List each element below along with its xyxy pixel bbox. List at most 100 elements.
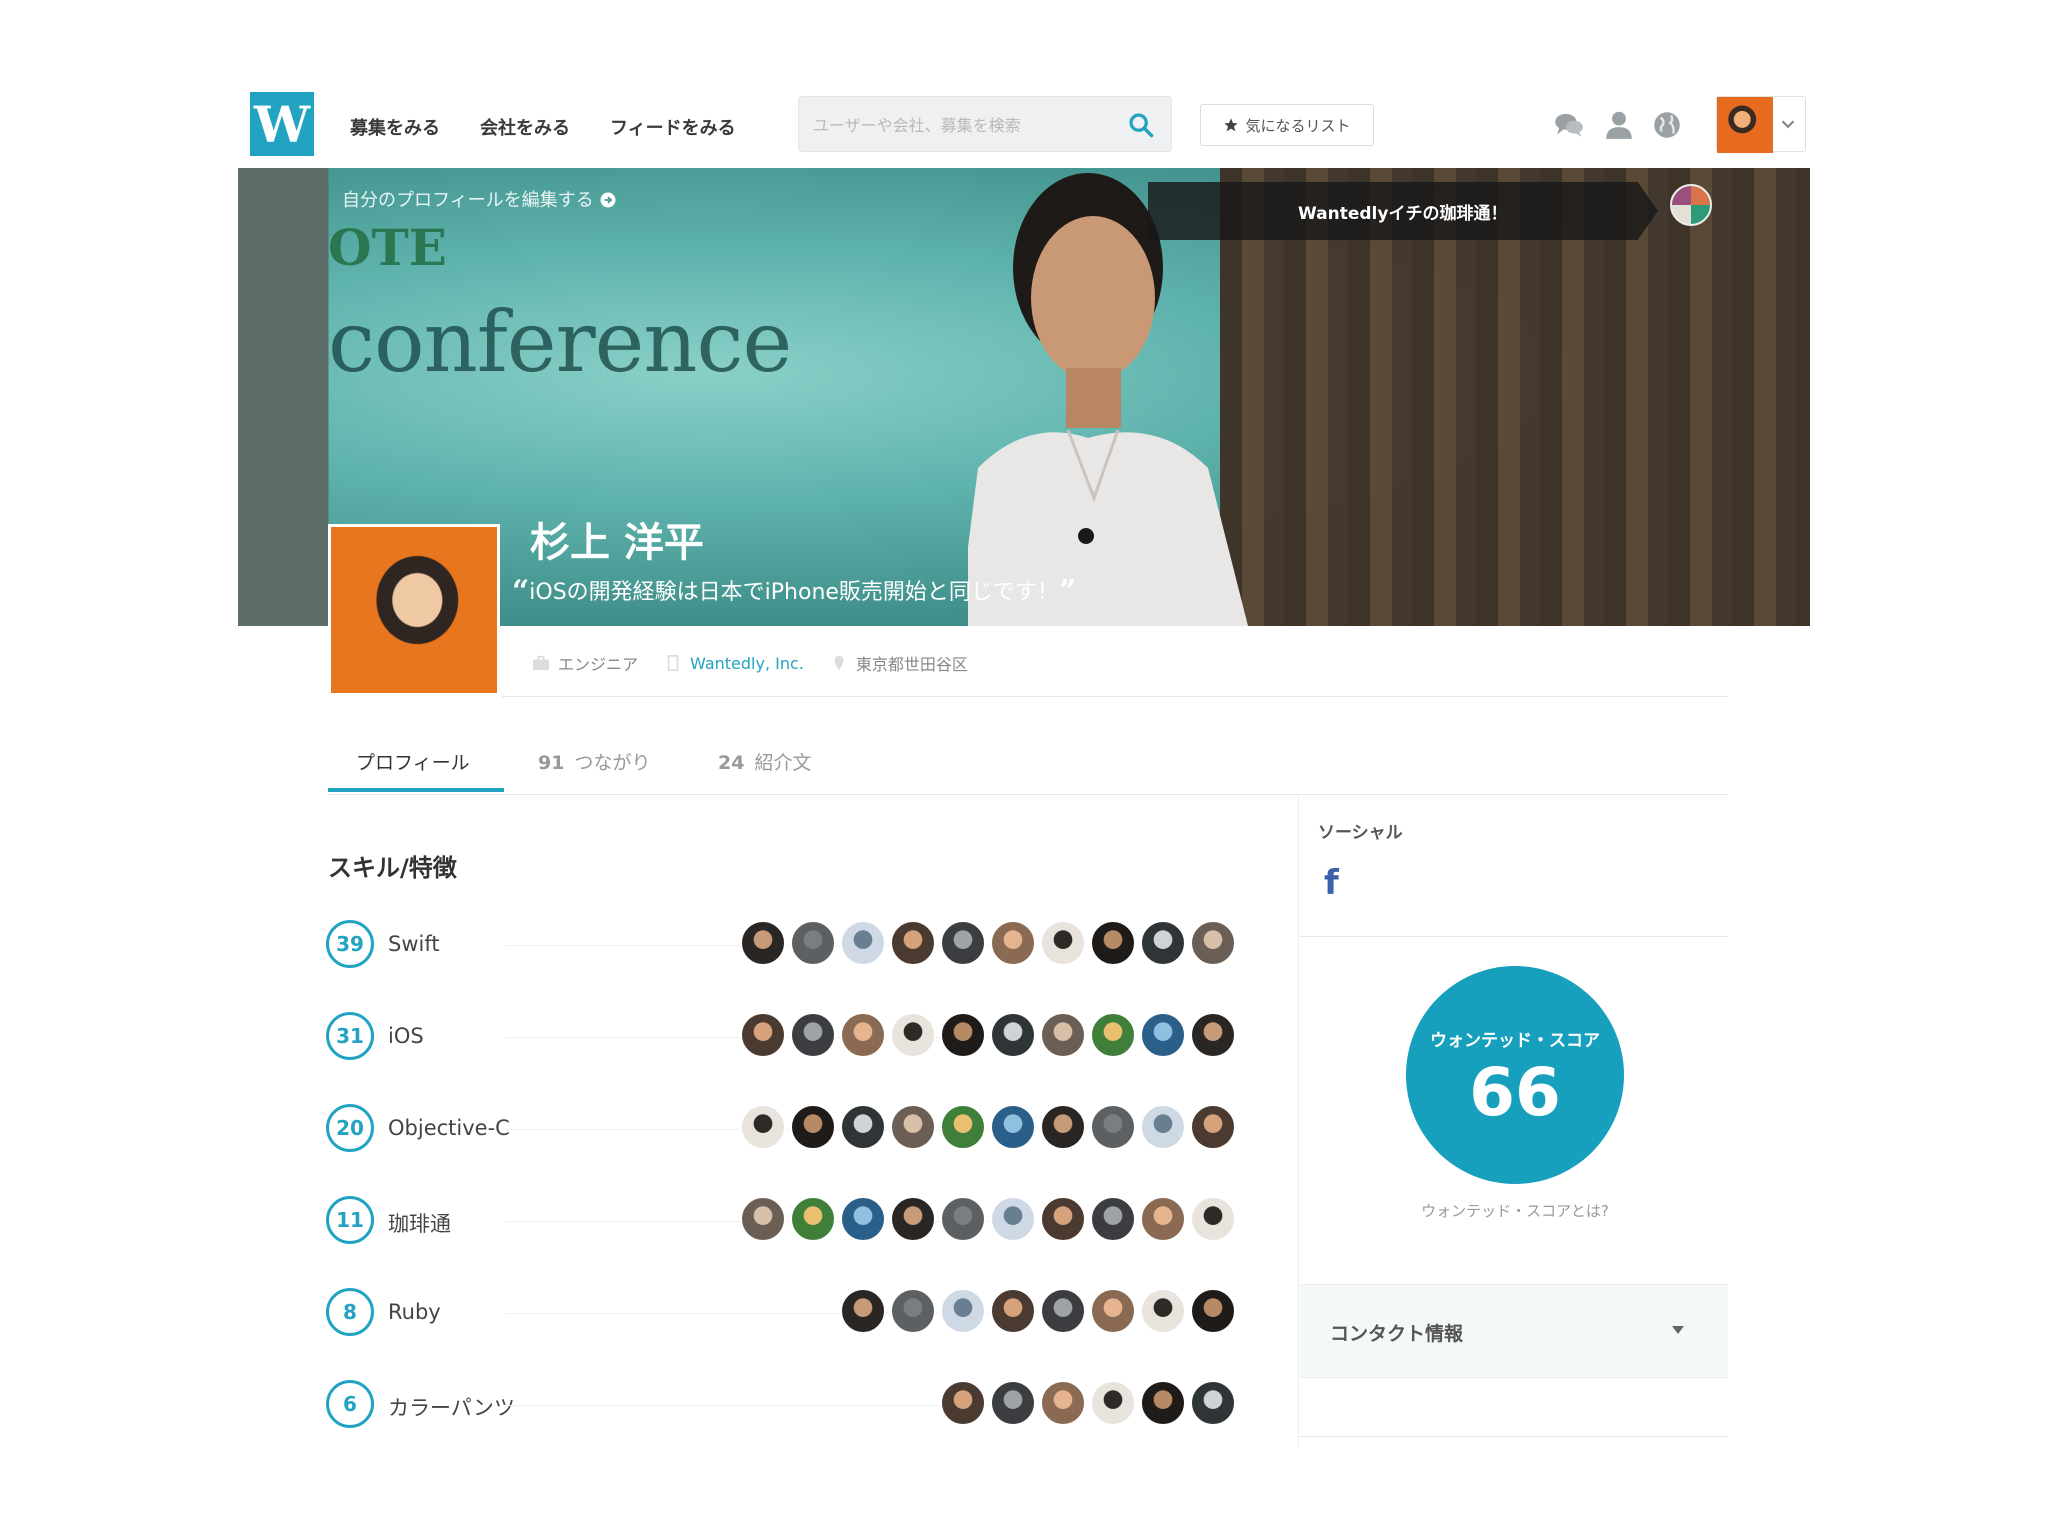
endorser-avatar[interactable] [840, 1104, 886, 1150]
edit-profile-link[interactable]: 自分のプロフィールを編集する [342, 186, 617, 212]
tab-introductions[interactable]: 24 紹介文 [718, 748, 811, 775]
star-icon [1224, 118, 1239, 132]
endorser-avatar[interactable] [1140, 1104, 1186, 1150]
endorser-avatar[interactable] [1140, 1288, 1186, 1334]
endorser-avatar[interactable] [1140, 1012, 1186, 1058]
endorser-avatar[interactable] [940, 1104, 986, 1150]
endorser-avatar[interactable] [1090, 1012, 1136, 1058]
endorser-avatar[interactable] [840, 920, 886, 966]
endorser-avatar[interactable] [990, 1104, 1036, 1150]
skill-endorse-count[interactable]: 8 [326, 1288, 374, 1336]
endorser-avatar[interactable] [1140, 1196, 1186, 1242]
favorites-list-button[interactable]: 気になるリスト [1200, 104, 1374, 146]
endorser-avatar[interactable] [940, 1288, 986, 1334]
skill-name[interactable]: iOS [388, 1024, 424, 1048]
nav-companies-link[interactable]: 会社をみる [480, 114, 570, 140]
endorser-avatar[interactable] [990, 920, 1036, 966]
skill-row: 31 iOS [326, 1010, 1236, 1062]
user-icon[interactable] [1602, 108, 1636, 142]
endorser-avatar[interactable] [790, 1196, 836, 1242]
search-input[interactable] [813, 109, 1113, 141]
endorser-avatar[interactable] [1090, 1380, 1136, 1426]
skills-section-title: スキル/特徴 [328, 854, 457, 882]
endorser-avatar[interactable] [1190, 920, 1236, 966]
endorser-avatar[interactable] [940, 1196, 986, 1242]
score-help-link[interactable]: ウォンテッド・スコアとは? [1404, 1200, 1626, 1221]
skill-name[interactable]: 珈琲通 [388, 1208, 451, 1238]
tab-profile[interactable]: プロフィール [356, 748, 470, 775]
edit-profile-label: 自分のプロフィールを編集する [342, 190, 594, 211]
endorser-avatar[interactable] [1090, 1196, 1136, 1242]
endorser-avatar[interactable] [1040, 1012, 1086, 1058]
endorser-avatar[interactable] [940, 920, 986, 966]
endorser-avatar[interactable] [890, 1288, 936, 1334]
endorser-avatar[interactable] [1090, 1104, 1136, 1150]
endorser-avatar[interactable] [940, 1012, 986, 1058]
social-divider [1300, 936, 1728, 937]
tab-introductions-count: 24 [718, 752, 745, 774]
skill-endorse-count[interactable]: 6 [326, 1380, 374, 1428]
endorser-avatar[interactable] [990, 1380, 1036, 1426]
endorser-avatar[interactable] [740, 1012, 786, 1058]
endorser-avatar[interactable] [990, 1288, 1036, 1334]
skill-endorse-count[interactable]: 20 [326, 1104, 374, 1152]
endorser-avatar[interactable] [840, 1012, 886, 1058]
endorser-avatar[interactable] [890, 920, 936, 966]
skill-endorse-count[interactable]: 39 [326, 920, 374, 968]
skill-name[interactable]: Swift [388, 932, 440, 956]
endorser-avatar[interactable] [790, 1104, 836, 1150]
endorser-avatar[interactable] [990, 1012, 1036, 1058]
skill-endorsers [740, 1012, 1236, 1058]
endorser-avatar[interactable] [890, 1196, 936, 1242]
endorser-avatar[interactable] [1190, 1196, 1236, 1242]
endorser-avatar[interactable] [1140, 920, 1186, 966]
sidebar-bottom-divider [1300, 1436, 1728, 1437]
contact-info-toggle[interactable]: コンタクト情報 [1300, 1284, 1728, 1378]
social-section-title: ソーシャル [1318, 823, 1403, 843]
endorser-avatar[interactable] [740, 1104, 786, 1150]
endorser-avatar[interactable] [1190, 1380, 1236, 1426]
skill-name[interactable]: Objective-C [388, 1116, 510, 1140]
endorser-avatar[interactable] [740, 1196, 786, 1242]
endorser-avatar[interactable] [740, 920, 786, 966]
user-menu-button[interactable] [1716, 96, 1806, 153]
tab-connections[interactable]: 91 つながり [538, 748, 650, 775]
skill-name[interactable]: カラーパンツ [388, 1392, 515, 1422]
skill-endorse-count[interactable]: 31 [326, 1012, 374, 1060]
notice-avatar[interactable] [1670, 184, 1712, 226]
skill-row-line [506, 1405, 1006, 1406]
skill-row: 8 Ruby [326, 1286, 1236, 1338]
endorser-avatar[interactable] [1040, 1196, 1086, 1242]
skill-endorse-count[interactable]: 11 [326, 1196, 374, 1244]
nav-jobs-link[interactable]: 募集をみる [350, 114, 440, 140]
skill-row: 6 カラーパンツ [326, 1378, 1236, 1430]
chat-icon[interactable] [1552, 108, 1586, 142]
endorser-avatar[interactable] [890, 1012, 936, 1058]
endorser-avatar[interactable] [1040, 1288, 1086, 1334]
endorser-avatar[interactable] [1190, 1012, 1236, 1058]
feed-notice[interactable]: Wantedlyイチの珈琲通！ [1148, 182, 1658, 240]
nav-feed-link[interactable]: フィードをみる [610, 114, 736, 140]
endorser-avatar[interactable] [1140, 1380, 1186, 1426]
endorser-avatar[interactable] [890, 1104, 936, 1150]
endorser-avatar[interactable] [1090, 920, 1136, 966]
facebook-icon[interactable]: f [1324, 866, 1344, 900]
endorser-avatar[interactable] [1090, 1288, 1136, 1334]
endorser-avatar[interactable] [990, 1196, 1036, 1242]
meta-company-link[interactable]: Wantedly, Inc. [690, 654, 804, 673]
search-icon[interactable] [1127, 111, 1155, 139]
endorser-avatar[interactable] [840, 1196, 886, 1242]
skill-name[interactable]: Ruby [388, 1300, 441, 1324]
wantedly-logo[interactable]: W [250, 92, 314, 156]
endorser-avatar[interactable] [1040, 1380, 1086, 1426]
endorser-avatar[interactable] [1190, 1104, 1236, 1150]
globe-icon[interactable] [1650, 108, 1684, 142]
endorser-avatar[interactable] [790, 1012, 836, 1058]
endorser-avatar[interactable] [1190, 1288, 1236, 1334]
endorser-avatar[interactable] [1040, 920, 1086, 966]
endorser-avatar[interactable] [840, 1288, 886, 1334]
profile-photo[interactable] [328, 524, 500, 696]
endorser-avatar[interactable] [1040, 1104, 1086, 1150]
endorser-avatar[interactable] [940, 1380, 986, 1426]
endorser-avatar[interactable] [790, 920, 836, 966]
